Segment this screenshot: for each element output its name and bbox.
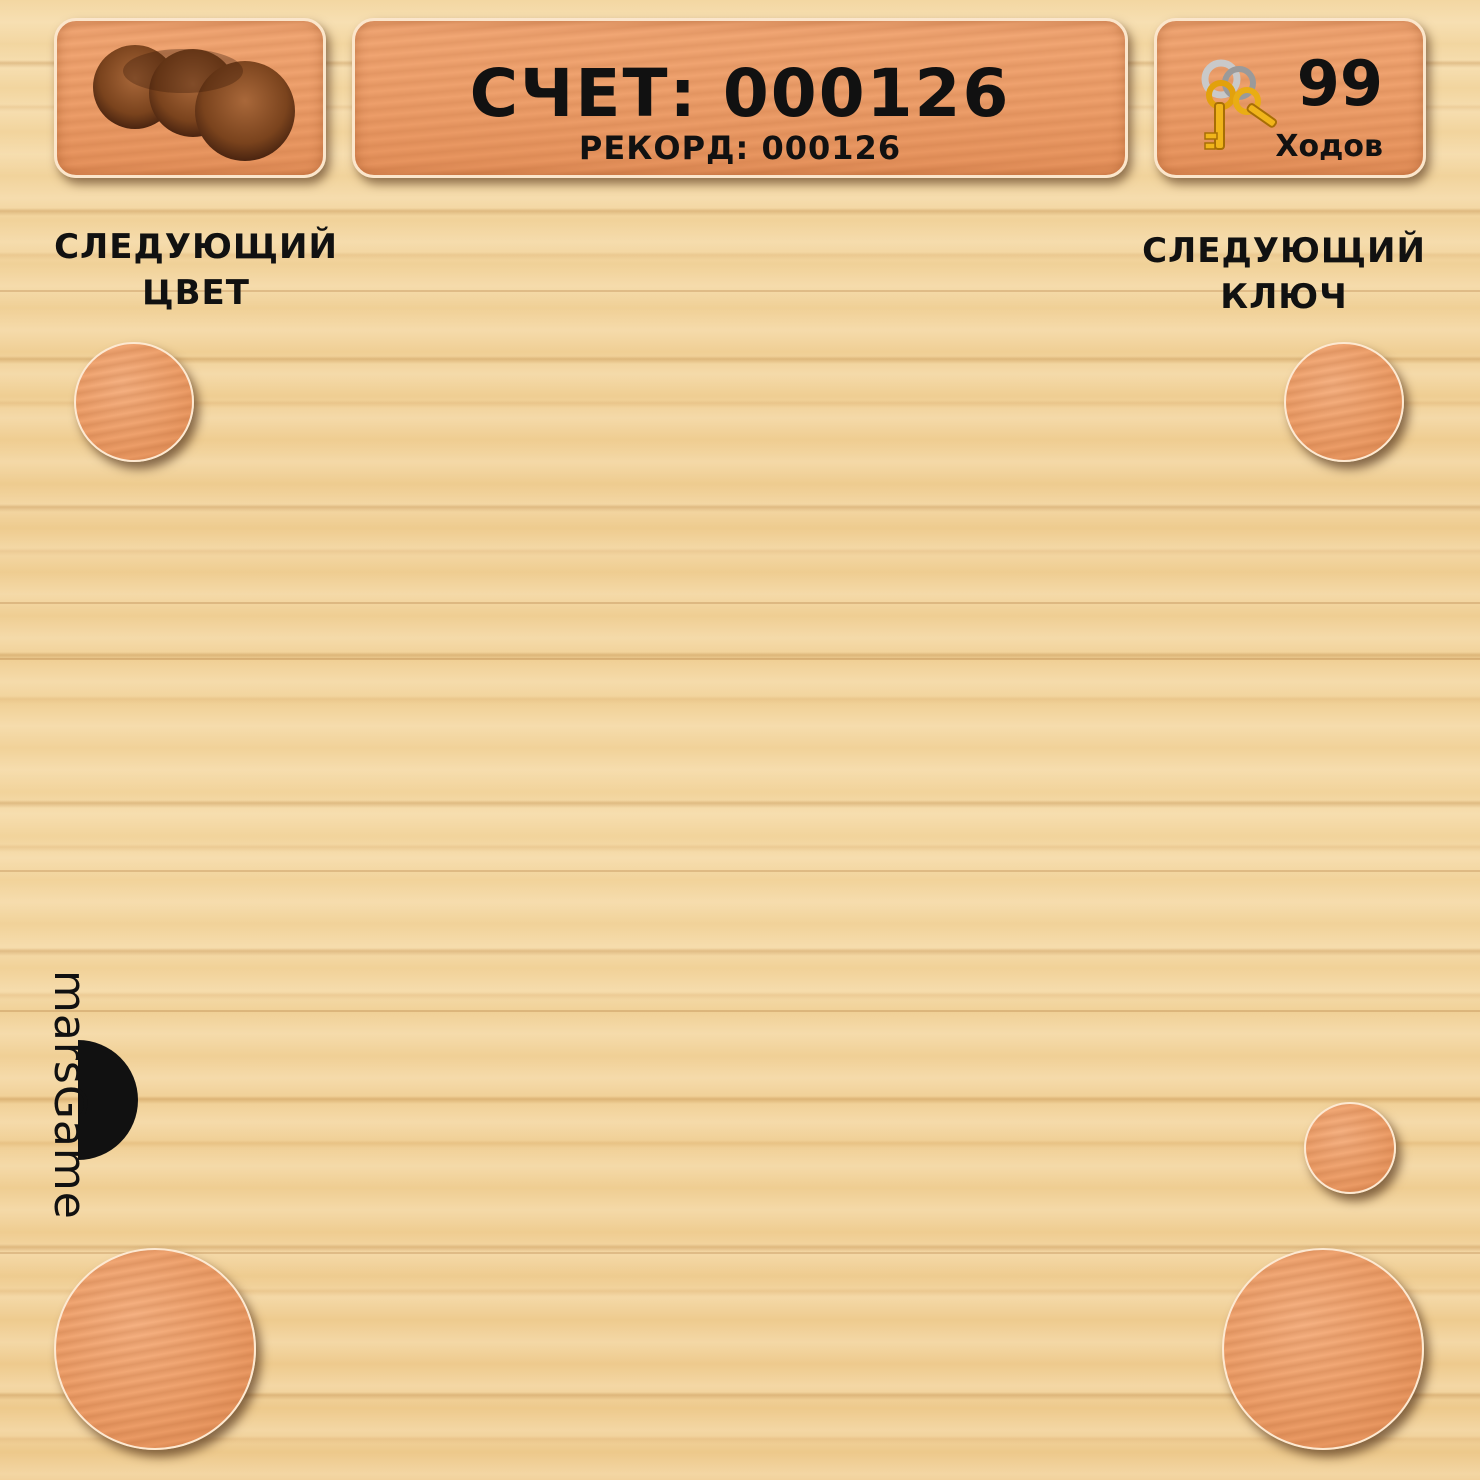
logo-text: marsGame — [44, 970, 95, 1220]
next-key-label: СЛЕДУЮЩИЙ КЛЮЧ — [1142, 231, 1426, 317]
large-disc-right[interactable] — [1222, 1248, 1424, 1450]
small-disc-button[interactable] — [1304, 1102, 1396, 1194]
wood-grain — [0, 1252, 1480, 1254]
moves-label: Ходов — [1275, 129, 1383, 164]
carved-holes-icon — [93, 45, 295, 161]
next-color-label: СЛЕДУЮЩИЙ ЦВЕТ — [54, 227, 338, 313]
score-label: СЧЕТ: 000126 — [469, 55, 1011, 132]
keys-icon — [1201, 59, 1278, 150]
next-color-disc — [74, 342, 194, 462]
wood-grain — [0, 1010, 1480, 1012]
large-disc-left[interactable] — [54, 1248, 256, 1450]
score-panel: СЧЕТ: 000126 РЕКОРД: 000126 — [352, 18, 1128, 178]
moves-count: 99 — [1296, 47, 1383, 120]
wood-grain — [0, 602, 1480, 604]
next-key-disc — [1284, 342, 1404, 462]
wood-grain — [0, 658, 1480, 660]
wood-grain — [0, 870, 1480, 872]
moves-panel: 99 Ходов — [1154, 18, 1426, 178]
menu-button[interactable] — [54, 18, 326, 178]
record-label: РЕКОРД: 000126 — [578, 129, 902, 167]
